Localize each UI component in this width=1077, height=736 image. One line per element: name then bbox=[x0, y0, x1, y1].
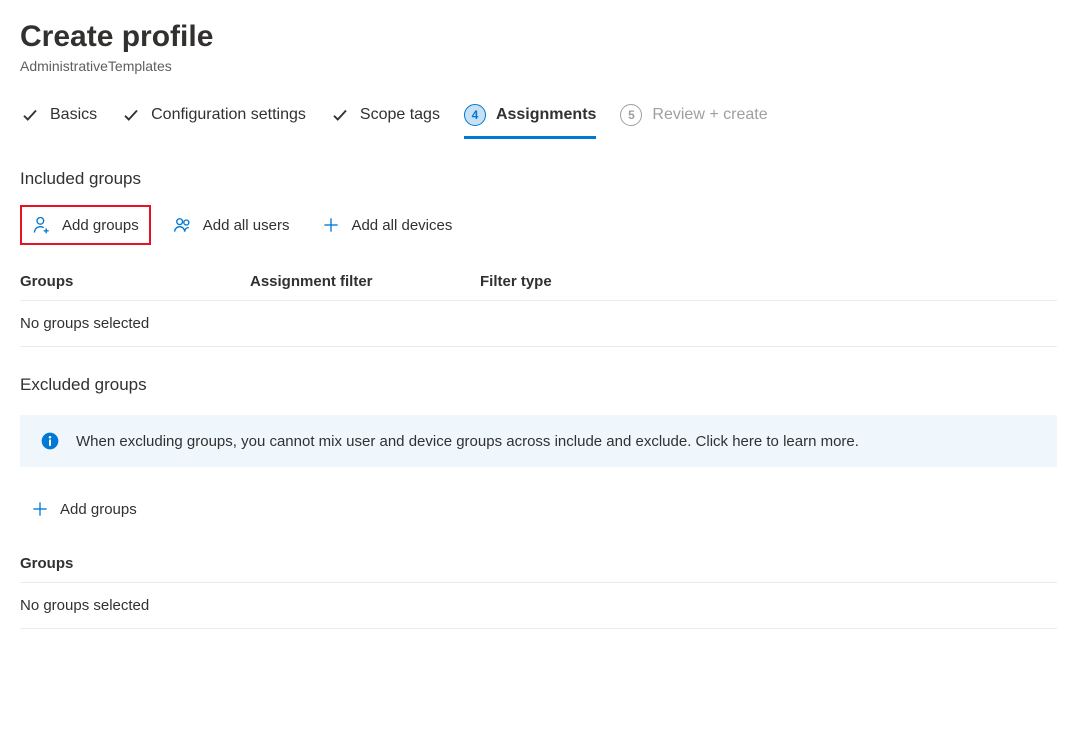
step-label: Review + create bbox=[652, 106, 767, 124]
step-basics[interactable]: Basics bbox=[20, 105, 97, 138]
step-label: Configuration settings bbox=[151, 106, 306, 124]
excluded-table-header: Groups bbox=[20, 545, 1057, 582]
plus-icon bbox=[321, 215, 341, 235]
excluded-actions: Add groups bbox=[20, 491, 1057, 527]
excluded-empty-row: No groups selected bbox=[20, 582, 1057, 629]
add-all-devices-button[interactable]: Add all devices bbox=[311, 205, 462, 245]
checkmark-icon bbox=[121, 105, 141, 125]
step-review-create[interactable]: 5 Review + create bbox=[620, 104, 767, 139]
wizard-steps: Basics Configuration settings Scope tags… bbox=[20, 104, 1057, 139]
step-label: Assignments bbox=[496, 106, 596, 124]
step-number-badge: 5 bbox=[620, 104, 642, 126]
column-groups: Groups bbox=[20, 273, 250, 290]
people-icon bbox=[173, 215, 193, 235]
learn-more-link[interactable]: Click here to learn more. bbox=[696, 433, 859, 450]
info-icon bbox=[40, 431, 60, 451]
included-groups-label: Included groups bbox=[20, 169, 1057, 189]
column-filter-type: Filter type bbox=[480, 273, 1057, 290]
column-groups: Groups bbox=[20, 555, 250, 572]
info-text: When excluding groups, you cannot mix us… bbox=[76, 433, 859, 450]
step-number-badge: 4 bbox=[464, 104, 486, 126]
person-add-icon bbox=[32, 215, 52, 235]
button-label: Add all users bbox=[203, 217, 290, 234]
column-assignment-filter: Assignment filter bbox=[250, 273, 480, 290]
included-empty-row: No groups selected bbox=[20, 300, 1057, 347]
excluded-groups-label: Excluded groups bbox=[20, 375, 1057, 395]
included-table-header: Groups Assignment filter Filter type bbox=[20, 263, 1057, 300]
step-configuration-settings[interactable]: Configuration settings bbox=[121, 105, 306, 138]
checkmark-icon bbox=[20, 105, 40, 125]
step-assignments[interactable]: 4 Assignments bbox=[464, 104, 596, 139]
button-label: Add groups bbox=[60, 501, 137, 518]
included-actions: Add groups Add all users Add all devices bbox=[20, 205, 1057, 245]
add-groups-excluded-button[interactable]: Add groups bbox=[20, 491, 147, 527]
step-label: Scope tags bbox=[360, 106, 440, 124]
add-groups-button[interactable]: Add groups bbox=[20, 205, 151, 245]
checkmark-icon bbox=[330, 105, 350, 125]
step-scope-tags[interactable]: Scope tags bbox=[330, 105, 440, 138]
info-bar: When excluding groups, you cannot mix us… bbox=[20, 415, 1057, 467]
add-all-users-button[interactable]: Add all users bbox=[163, 205, 300, 245]
step-label: Basics bbox=[50, 106, 97, 124]
info-message: When excluding groups, you cannot mix us… bbox=[76, 433, 696, 450]
page-subtitle: AdministrativeTemplates bbox=[20, 58, 1057, 74]
button-label: Add groups bbox=[62, 217, 139, 234]
button-label: Add all devices bbox=[351, 217, 452, 234]
plus-icon bbox=[30, 499, 50, 519]
page-title: Create profile bbox=[20, 20, 1057, 54]
